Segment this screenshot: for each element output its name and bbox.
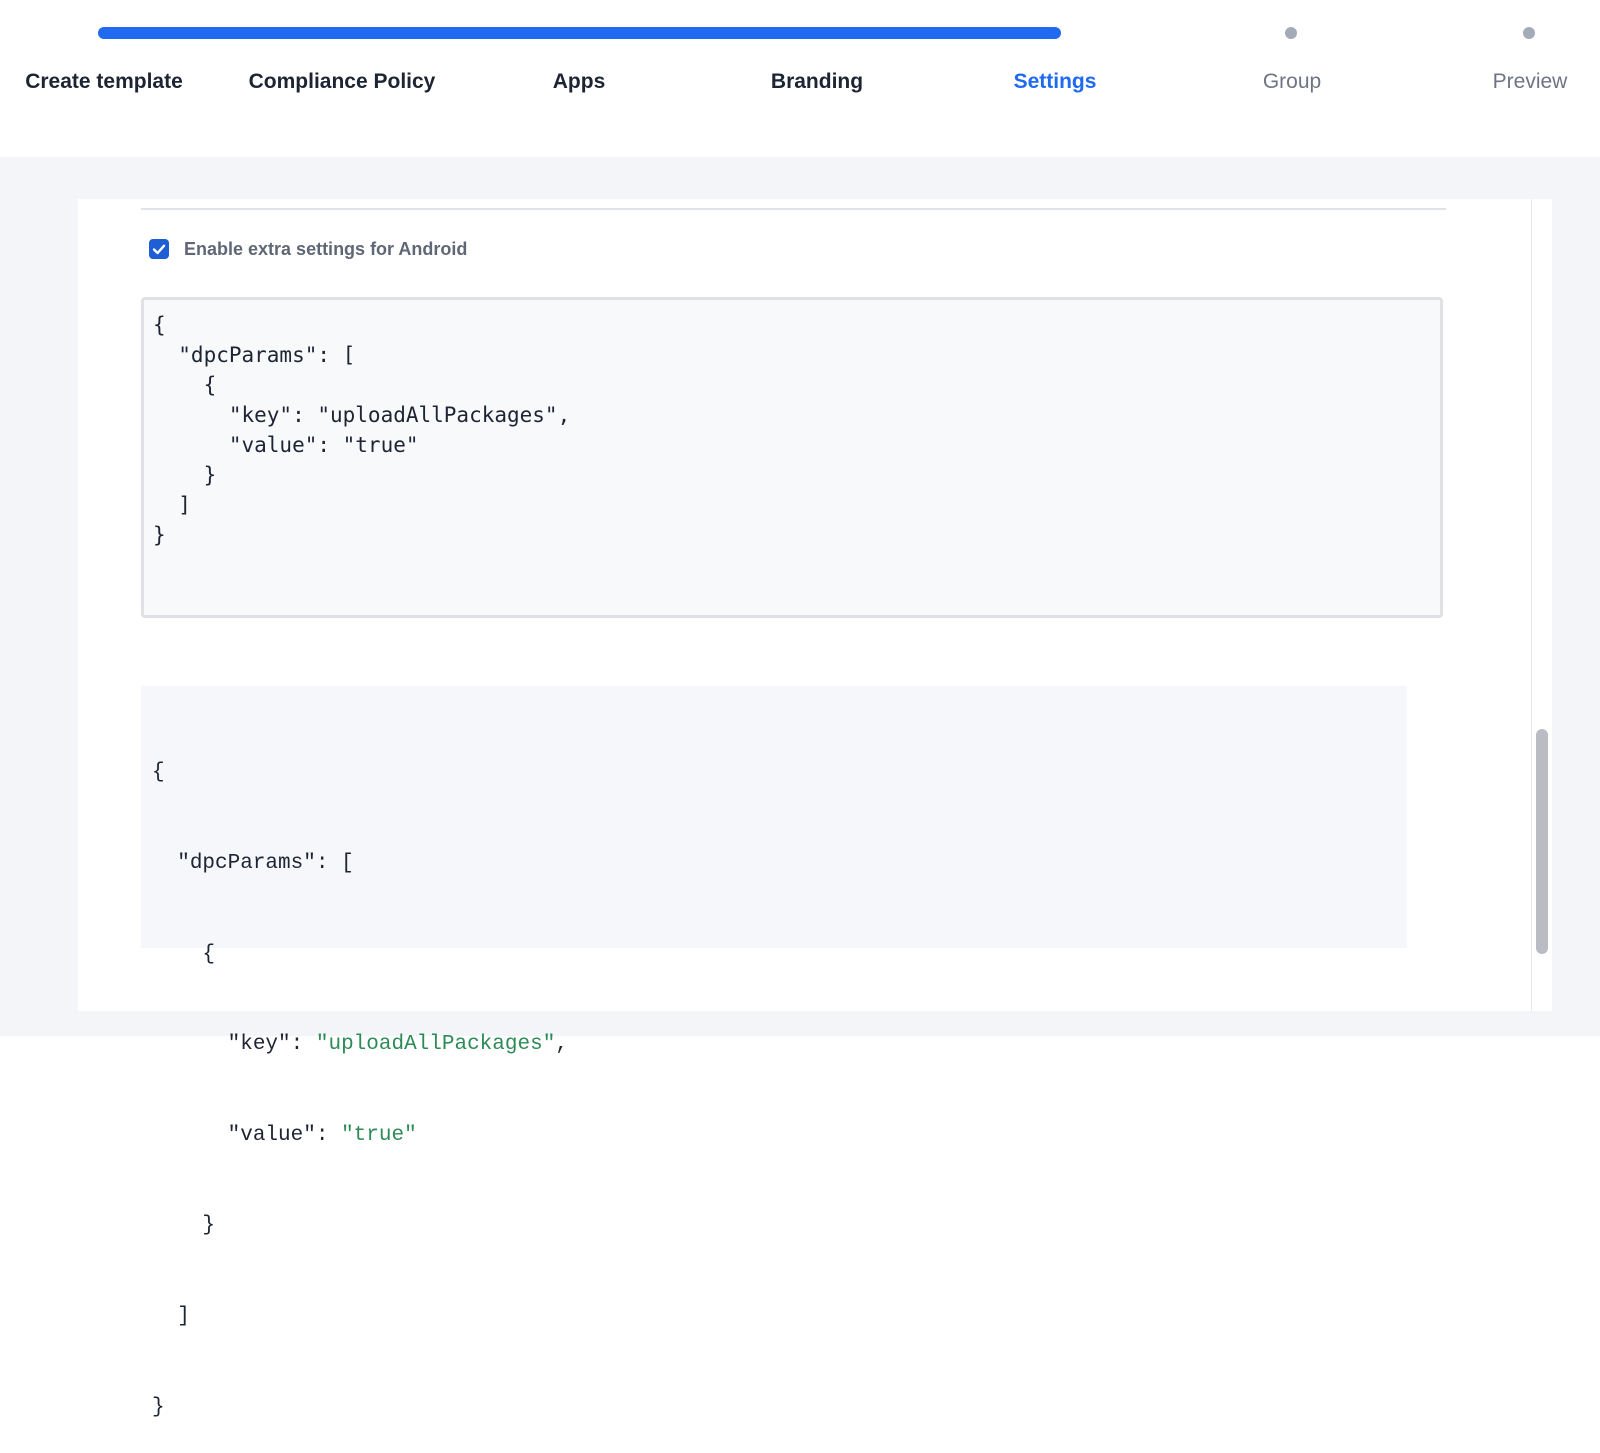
wizard-stepper: Create template Compliance Policy Apps B… bbox=[0, 0, 1600, 157]
step-create-template[interactable]: Create template bbox=[25, 68, 183, 96]
android-extra-settings-checkbox[interactable] bbox=[149, 239, 169, 259]
json-punct: ] bbox=[177, 1304, 190, 1328]
json-line: } bbox=[152, 1211, 1396, 1241]
step-branding[interactable]: Branding bbox=[771, 68, 863, 96]
json-string: "true" bbox=[341, 1123, 417, 1147]
android-extra-settings-label: Enable extra settings for Android bbox=[184, 239, 468, 259]
json-key: "value" bbox=[227, 1123, 316, 1147]
step-dot-group bbox=[1285, 27, 1297, 39]
json-string: "uploadAllPackages" bbox=[315, 1033, 556, 1057]
step-group[interactable]: Group bbox=[1263, 68, 1321, 96]
scrollbar-thumb[interactable] bbox=[1536, 729, 1548, 954]
json-key: "key" bbox=[227, 1033, 291, 1057]
json-preview: { "dpcParams": [ { "key": "uploadAllPack… bbox=[141, 686, 1407, 1419]
json-punct: [ bbox=[341, 852, 354, 875]
json-punct: } bbox=[202, 1214, 216, 1238]
json-key: "dpcParams" bbox=[177, 852, 316, 875]
step-preview[interactable]: Preview bbox=[1493, 68, 1568, 96]
step-dot-preview bbox=[1523, 27, 1535, 39]
step-apps[interactable]: Apps bbox=[553, 68, 606, 96]
json-punct: { bbox=[202, 942, 216, 966]
json-punct: { bbox=[152, 761, 165, 785]
step-compliance-policy[interactable]: Compliance Policy bbox=[249, 68, 436, 96]
json-line: "dpcParams": [ bbox=[152, 849, 1396, 879]
step-settings[interactable]: Settings bbox=[1014, 68, 1097, 96]
json-line: ] bbox=[152, 1302, 1396, 1332]
progress-bar bbox=[98, 27, 1061, 39]
json-punct: : bbox=[315, 852, 329, 875]
json-line: "key": "uploadAllPackages", bbox=[152, 1030, 1396, 1060]
section-divider bbox=[141, 208, 1446, 210]
android-json-editor[interactable] bbox=[141, 297, 1443, 618]
json-line: "value": "true" bbox=[152, 1121, 1396, 1151]
checkmark-icon bbox=[152, 244, 166, 255]
json-line: { bbox=[152, 940, 1396, 970]
json-punct: : bbox=[315, 1123, 329, 1147]
json-punct: , bbox=[555, 1033, 568, 1057]
json-punct: } bbox=[152, 1395, 165, 1419]
json-line: } bbox=[152, 1393, 1396, 1423]
json-punct: : bbox=[290, 1033, 304, 1057]
json-line: { bbox=[152, 758, 1396, 788]
